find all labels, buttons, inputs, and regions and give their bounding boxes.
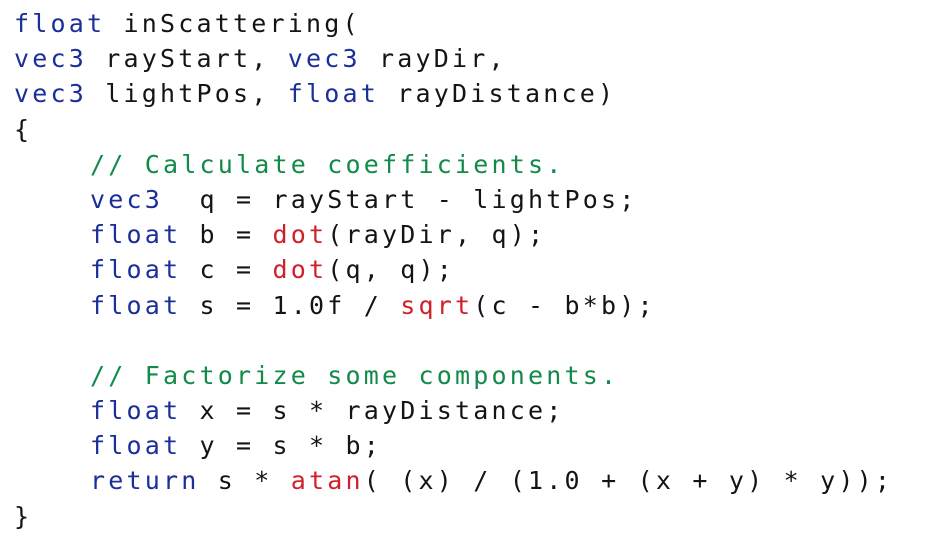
code-keyword: vec3: [14, 79, 88, 109]
code-text: inScattering(: [105, 9, 361, 38]
code-text: (q, q);: [327, 255, 456, 285]
code-keyword: float: [90, 431, 182, 461]
code-text: rayDir,: [360, 44, 507, 74]
code-line: {: [14, 112, 934, 147]
code-keyword: float: [14, 9, 106, 38]
code-text: rayStart,: [87, 44, 288, 74]
code-text: rayDistance): [379, 79, 617, 109]
code-builtin-function: dot: [272, 255, 328, 285]
code-line: float x = s * rayDistance;: [14, 393, 934, 428]
code-line: float c = dot(q, q);: [14, 252, 934, 287]
code-text: y = s * b;: [181, 431, 383, 461]
code-keyword: float: [90, 396, 182, 426]
code-text: c =: [181, 255, 273, 285]
code-keyword: return: [90, 466, 200, 496]
code-comment: // Calculate coefficients.: [90, 149, 565, 179]
code-text: x = s * rayDistance;: [181, 396, 565, 426]
code-line: float y = s * b;: [14, 428, 934, 463]
code-line: float s = 1.0f / sqrt(c - b*b);: [14, 288, 934, 323]
code-line: vec3 lightPos, float rayDistance): [14, 76, 934, 111]
code-text: b =: [181, 220, 273, 250]
code-text: s *: [199, 466, 291, 496]
code-text: q = rayStart - lightPos;: [163, 184, 638, 214]
code-keyword: float: [287, 79, 380, 109]
code-line: float b = dot(rayDir, q);: [14, 217, 934, 252]
code-keyword: vec3: [287, 44, 361, 74]
code-comment: // Factorize some components.: [90, 360, 620, 390]
code-line: }: [14, 499, 934, 534]
code-line: vec3 q = rayStart - lightPos;: [14, 182, 934, 217]
code-keyword: float: [90, 290, 182, 320]
code-text: (rayDir, q);: [327, 220, 547, 250]
code-line: // Factorize some components.: [14, 358, 934, 393]
code-line: vec3 rayStart, vec3 rayDir,: [14, 41, 934, 76]
code-keyword: float: [90, 220, 182, 250]
code-text: s = 1.0f /: [181, 290, 401, 320]
code-builtin-function: dot: [272, 220, 328, 250]
code-builtin-function: atan: [290, 466, 364, 496]
code-keyword: vec3: [90, 184, 164, 214]
code-listing: float inScattering(vec3 rayStart, vec3 r…: [14, 6, 934, 534]
code-keyword: float: [90, 255, 182, 285]
code-text: ( (x) / (1.0 + (x + y) * y));: [363, 466, 894, 496]
code-text: (c - b*b);: [473, 290, 656, 320]
code-text: }: [14, 501, 33, 531]
code-line: float inScattering(: [14, 6, 934, 41]
code-keyword: vec3: [14, 44, 88, 74]
code-text: {: [14, 114, 33, 144]
code-line: return s * atan( (x) / (1.0 + (x + y) * …: [14, 463, 934, 498]
code-builtin-function: sqrt: [400, 290, 474, 320]
code-text: lightPos,: [87, 79, 288, 109]
code-line: // Calculate coefficients.: [14, 147, 934, 182]
